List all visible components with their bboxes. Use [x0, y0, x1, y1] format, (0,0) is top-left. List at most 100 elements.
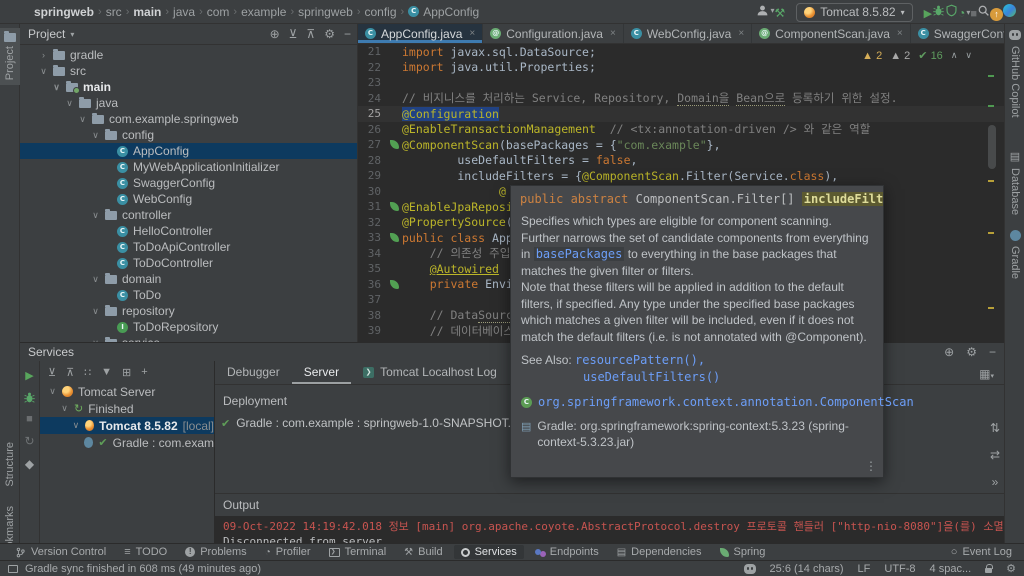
stop-icon[interactable]: ■: [26, 413, 33, 425]
update-icon[interactable]: ↑: [990, 8, 1003, 21]
documentation-popup[interactable]: public abstract ComponentScan.Filter[] i…: [510, 185, 884, 478]
run-icon[interactable]: ▶: [924, 7, 932, 20]
chevron-icon[interactable]: ∨: [91, 274, 100, 285]
spring-bean-icon[interactable]: [390, 140, 399, 149]
services-tab[interactable]: ❯Tomcat Localhost Log: [351, 361, 509, 384]
stripe-database[interactable]: ▤ Database: [1005, 150, 1024, 215]
services-tree-item[interactable]: ∨Tomcat Server: [40, 383, 214, 400]
expand-all-icon[interactable]: ⊻: [289, 27, 298, 41]
services-tab[interactable]: Debugger: [215, 361, 292, 384]
run-config-selector[interactable]: Tomcat 8.5.82 ▾: [796, 3, 912, 22]
chevron-icon[interactable]: ∨: [39, 66, 48, 77]
close-icon[interactable]: ×: [469, 28, 475, 39]
status-sync-message[interactable]: Gradle sync finished in 608 ms (49 minut…: [8, 563, 261, 575]
line-ending-widget[interactable]: LF: [858, 563, 871, 575]
tree-item[interactable]: ∨service: [20, 335, 357, 342]
doc-link-componentscan[interactable]: org.springframework.context.annotation.C…: [538, 394, 914, 411]
tree-item[interactable]: ∨controller: [20, 207, 357, 223]
spring-bean-icon[interactable]: [390, 202, 399, 211]
line-number[interactable]: 33: [358, 231, 386, 244]
debug-icon[interactable]: [932, 4, 945, 17]
expand-all-icon[interactable]: ⊻: [48, 366, 56, 379]
tool-button-terminal[interactable]: ❯_Terminal: [322, 545, 394, 559]
prev-issue-icon[interactable]: ∧: [951, 50, 958, 61]
editor-scrollbar[interactable]: [988, 125, 996, 169]
chevron-icon[interactable]: ∨: [78, 114, 87, 125]
doc-link-usedefaultfilters[interactable]: useDefaultFilters(): [583, 370, 720, 384]
stripe-structure[interactable]: Structure: [0, 442, 20, 487]
gear-icon[interactable]: ⚙: [1006, 562, 1016, 575]
editor-tab[interactable]: CAppConfig.java×: [358, 24, 483, 43]
spring-bean-icon[interactable]: [390, 280, 399, 289]
chevron-icon[interactable]: ›: [39, 50, 48, 60]
tree-item[interactable]: ∨repository: [20, 303, 357, 319]
tool-button-profiler[interactable]: ◔Profiler: [258, 545, 318, 559]
lock-icon[interactable]: [985, 568, 992, 573]
services-diamond-icon[interactable]: ◆: [25, 457, 34, 471]
rerun-icon[interactable]: ↻: [24, 434, 34, 448]
chevron-icon[interactable]: ∨: [91, 306, 100, 317]
close-icon[interactable]: ×: [738, 28, 744, 39]
search-icon[interactable]: [977, 4, 990, 17]
caret-position-widget[interactable]: 25:6 (14 chars): [770, 563, 844, 575]
line-number[interactable]: 22: [358, 61, 386, 74]
services-tree-item[interactable]: ✔Gradle : com.exam: [40, 434, 214, 451]
line-number[interactable]: 28: [358, 154, 386, 167]
line-number[interactable]: 27: [358, 138, 386, 151]
collapse-all-icon[interactable]: ⊼: [306, 27, 315, 41]
chevron-icon[interactable]: ∨: [52, 82, 61, 93]
coverage-icon[interactable]: [945, 4, 958, 17]
indent-widget[interactable]: 4 spac...: [930, 563, 972, 575]
settings-icon[interactable]: ⚙: [324, 27, 335, 41]
more-options-icon[interactable]: ⋮: [865, 459, 877, 473]
doc-link-basepackages[interactable]: basePackages: [534, 247, 625, 261]
inspection-widget[interactable]: ▲ 2 ▲ 2 ✔ 16 ∧ ∨: [858, 48, 976, 63]
line-number[interactable]: 25: [358, 107, 386, 120]
line-number[interactable]: 38: [358, 309, 386, 322]
line-number[interactable]: 35: [358, 262, 386, 275]
chevron-icon[interactable]: ∨: [91, 210, 100, 221]
tree-item[interactable]: ∨com.example.springweb: [20, 111, 357, 127]
hide-panel-icon[interactable]: −: [344, 27, 351, 41]
line-number[interactable]: 36: [358, 278, 386, 291]
chevron-icon[interactable]: ∨: [65, 98, 74, 109]
copilot-status-icon[interactable]: [744, 564, 756, 574]
breadcrumb-item[interactable]: springweb: [298, 5, 353, 19]
tree-item[interactable]: CMyWebApplicationInitializer: [20, 159, 357, 175]
line-number[interactable]: 34: [358, 247, 386, 260]
line-number[interactable]: 24: [358, 92, 386, 105]
ide-gradient-icon[interactable]: [1003, 4, 1016, 17]
jump-forward-icon[interactable]: »: [990, 475, 1000, 489]
chevron-icon[interactable]: ∨: [72, 420, 80, 431]
tree-item[interactable]: ∨java: [20, 95, 357, 111]
breadcrumb-item[interactable]: java: [173, 5, 195, 19]
tree-item[interactable]: ›gradle: [20, 47, 357, 63]
sort-vertical-icon[interactable]: ⇅: [990, 421, 1000, 435]
tool-button-services[interactable]: Services: [454, 545, 524, 559]
profiler-icon[interactable]: ◔▾: [958, 6, 970, 20]
run-icon[interactable]: ▶: [25, 369, 33, 382]
tool-button-todo[interactable]: ≡TODO: [117, 545, 174, 559]
close-icon[interactable]: ×: [610, 28, 616, 39]
tool-button-problems[interactable]: !Problems: [178, 545, 253, 559]
group-by-icon[interactable]: ∷: [84, 366, 91, 379]
tree-item[interactable]: ∨main: [20, 79, 357, 95]
breadcrumb-item[interactable]: com: [207, 5, 230, 19]
sync-horizontal-icon[interactable]: ⇄: [990, 448, 1000, 462]
next-issue-icon[interactable]: ∨: [965, 50, 972, 61]
editor-tab[interactable]: @Configuration.java×: [483, 24, 624, 43]
stop-icon[interactable]: ■: [970, 8, 977, 20]
tool-button-endpoints[interactable]: Endpoints: [528, 545, 606, 559]
hide-panel-icon[interactable]: −: [989, 345, 996, 359]
tree-item[interactable]: ∨src: [20, 63, 357, 79]
tree-item[interactable]: CAppConfig: [20, 143, 357, 159]
chevron-icon[interactable]: ∨: [60, 403, 69, 414]
tool-button-build[interactable]: ⚒Build: [397, 545, 449, 559]
tree-item[interactable]: CToDoController: [20, 255, 357, 271]
tree-item[interactable]: CToDoApiController: [20, 239, 357, 255]
breadcrumb-item[interactable]: src: [106, 5, 122, 19]
encoding-widget[interactable]: UTF-8: [884, 563, 915, 575]
stripe-project[interactable]: Project: [0, 28, 20, 85]
line-number[interactable]: 31: [358, 200, 386, 213]
filter-icon[interactable]: ▼: [101, 366, 112, 378]
